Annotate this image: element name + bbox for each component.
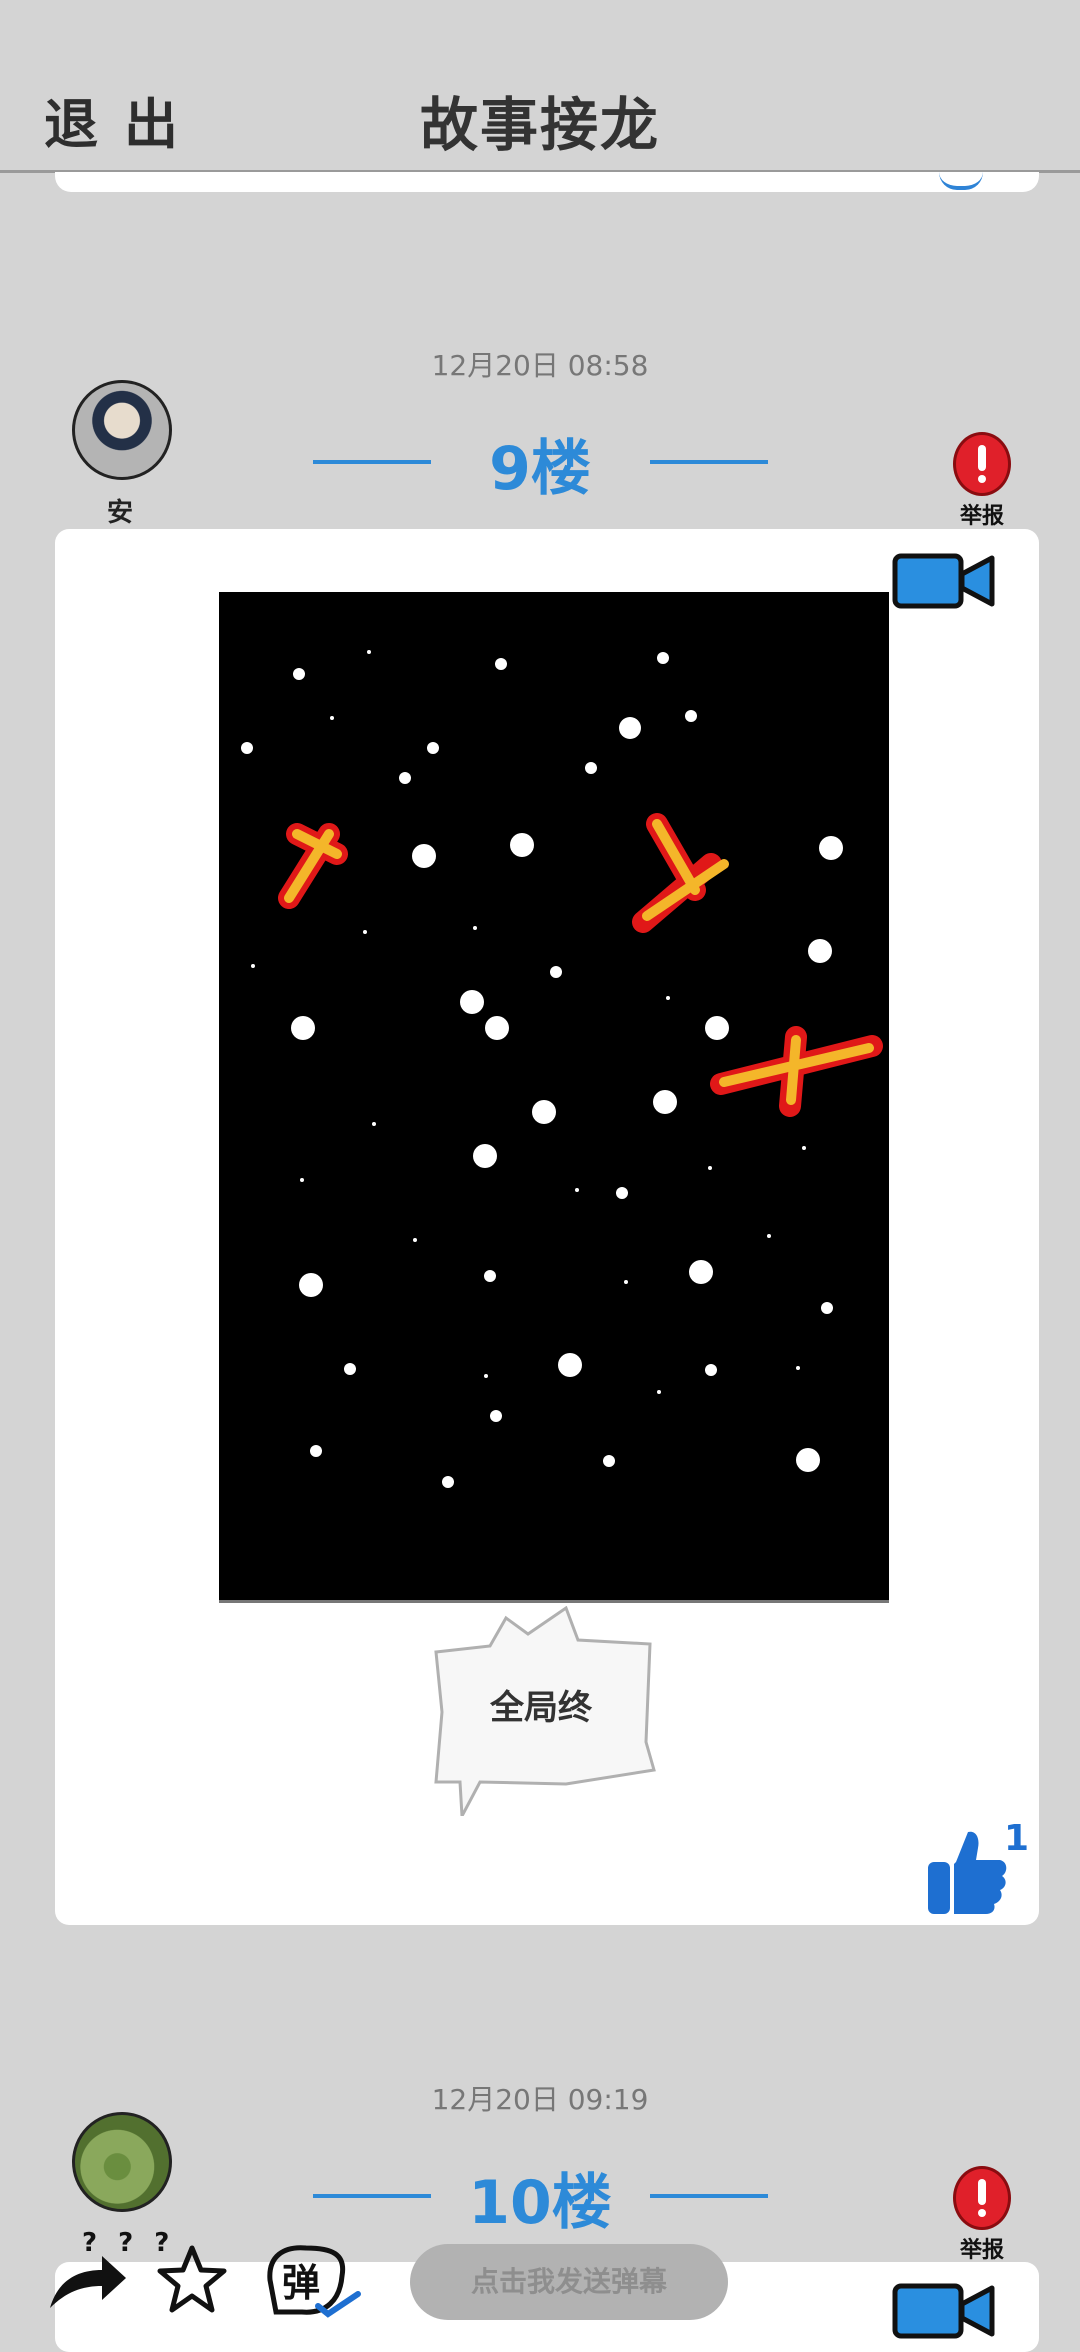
- danmu-toggle-icon[interactable]: 弹: [262, 2240, 366, 2320]
- floor-line-right: [650, 460, 768, 464]
- report-label: 举报: [959, 2238, 1004, 2263]
- alert-icon: [953, 432, 1011, 496]
- floor-header: 9楼: [0, 420, 1080, 504]
- floor-header: 10楼: [0, 2154, 1080, 2238]
- share-icon[interactable]: [44, 2250, 128, 2312]
- thumbs-up-icon[interactable]: [926, 1826, 1008, 1916]
- post-timestamp: 12月20日 08:58: [431, 349, 649, 382]
- floor-line-right: [650, 2194, 768, 2198]
- page-title: 故事接龙: [419, 91, 660, 159]
- alert-icon: [953, 2166, 1011, 2230]
- danmu-input[interactable]: 点击我发送弹幕: [410, 2244, 728, 2320]
- video-camera-icon[interactable]: [892, 2282, 996, 2340]
- svg-text:弹: 弹: [282, 2261, 320, 2305]
- post-timestamp: 12月20日 09:19: [431, 2083, 649, 2116]
- report-button[interactable]: 举报: [952, 2166, 1012, 2264]
- video-camera-icon[interactable]: [892, 552, 996, 610]
- app-header: 退出 故事接龙: [0, 0, 1080, 173]
- previous-post-card: [55, 172, 1039, 192]
- like-count: 1: [1004, 1818, 1030, 1859]
- story-image[interactable]: [219, 592, 889, 1603]
- report-label: 举报: [959, 504, 1004, 529]
- floor-number: 9楼: [489, 434, 591, 504]
- story-caption: 全局终: [490, 1688, 592, 1728]
- star-icon[interactable]: [156, 2244, 228, 2314]
- report-button[interactable]: 举报: [952, 432, 1012, 530]
